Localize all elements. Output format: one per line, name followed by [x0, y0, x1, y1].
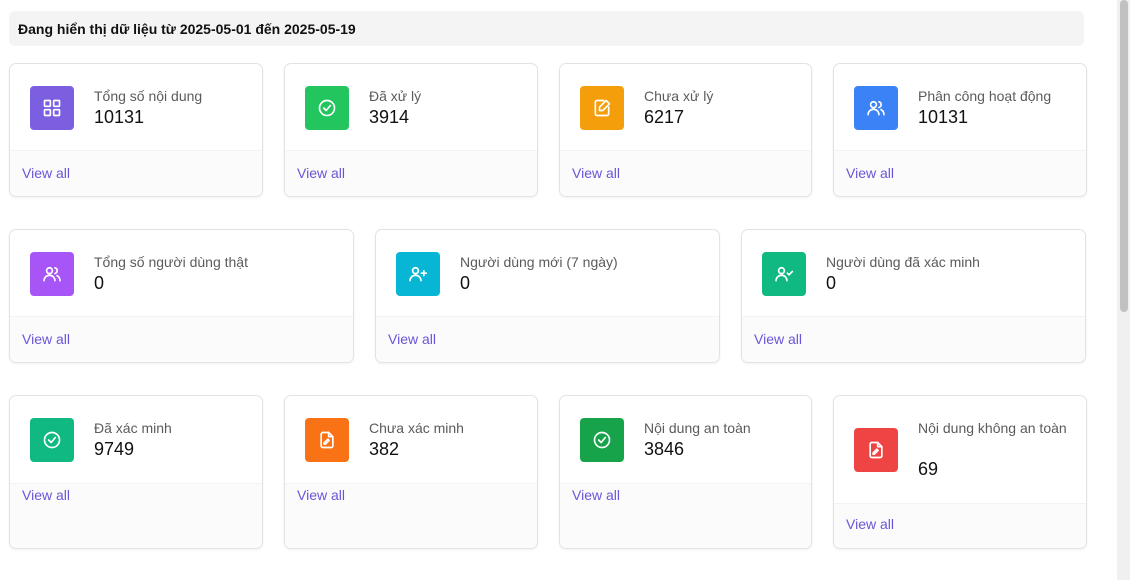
grid-icon: [30, 86, 74, 130]
users-icon: [854, 86, 898, 130]
stat-card-unprocessed: Chưa xử lý 6217 View all: [559, 63, 812, 197]
stat-card-total-content: Tổng số nội dung 10131 View all: [9, 63, 263, 197]
stat-card-real-users: Tổng số người dùng thật 0 View all: [9, 229, 354, 363]
stat-value: 3846: [644, 439, 685, 459]
stat-label: Đã xử lý: [369, 88, 422, 104]
stat-label: Đã xác minh: [94, 420, 172, 436]
stats-row-verification: Đã xác minh 9749 View all Chưa xác minh …: [9, 395, 1087, 549]
stat-label: Chưa xử lý: [644, 88, 714, 104]
stat-card-unverified: Chưa xác minh 382 View all: [284, 395, 538, 549]
stat-label: Phân công hoạt động: [918, 88, 1052, 104]
stat-value: 6217: [644, 107, 685, 127]
stat-label: Người dùng đã xác minh: [826, 254, 980, 270]
stat-label: Chưa xác minh: [369, 420, 464, 436]
stat-card-verified: Đã xác minh 9749 View all: [9, 395, 263, 549]
check-circle-icon: [305, 86, 349, 130]
stat-value: 382: [369, 439, 400, 459]
users-icon: [30, 252, 74, 296]
view-all-link[interactable]: View all: [22, 165, 70, 181]
stat-value: 0: [94, 273, 105, 293]
view-all-link[interactable]: View all: [297, 165, 345, 181]
stat-card-verified-users: Người dùng đã xác minh 0 View all: [741, 229, 1086, 363]
user-check-icon: [762, 252, 806, 296]
stat-label: Tổng số nội dung: [94, 88, 203, 104]
stats-row-users: Tổng số người dùng thật 0 View all Người…: [9, 229, 1086, 363]
stat-value: 0: [460, 273, 471, 293]
stat-card-unsafe-content: Nội dung không an toàn 69 View all: [833, 395, 1087, 549]
stat-value: 9749: [94, 439, 135, 459]
vertical-scrollbar[interactable]: [1117, 0, 1130, 580]
stat-label: Người dùng mới (7 ngày): [460, 254, 618, 270]
date-range-text: Đang hiển thị dữ liệu từ 2025-05-01 đến …: [18, 20, 356, 37]
view-all-link[interactable]: View all: [22, 487, 70, 503]
scrollbar-thumb[interactable]: [1120, 0, 1128, 312]
stat-value: 10131: [94, 107, 145, 127]
view-all-link[interactable]: View all: [572, 487, 620, 503]
view-all-link[interactable]: View all: [22, 331, 70, 347]
file-edit-icon: [305, 418, 349, 462]
stat-card-safe-content: Nội dung an toàn 3846 View all: [559, 395, 812, 549]
view-all-link[interactable]: View all: [846, 516, 894, 532]
stat-value: 0: [826, 273, 837, 293]
stat-label: Tổng số người dùng thật: [94, 254, 248, 270]
check-circle-icon: [30, 418, 74, 462]
stat-value: 10131: [918, 107, 969, 127]
stat-card-new-users: Người dùng mới (7 ngày) 0 View all: [375, 229, 720, 363]
stat-value: 69: [918, 459, 939, 479]
user-plus-icon: [396, 252, 440, 296]
stat-value: 3914: [369, 107, 410, 127]
stat-label: Nội dung an toàn: [644, 420, 751, 436]
view-all-link[interactable]: View all: [572, 165, 620, 181]
view-all-link[interactable]: View all: [846, 165, 894, 181]
view-all-link[interactable]: View all: [388, 331, 436, 347]
check-circle-icon: [580, 418, 624, 462]
stat-label: Nội dung không an toàn: [918, 420, 1067, 436]
stats-row-content: Tổng số nội dung 10131 View all Đã xử lý…: [9, 63, 1087, 197]
view-all-link[interactable]: View all: [754, 331, 802, 347]
date-range-banner: Đang hiển thị dữ liệu từ 2025-05-01 đến …: [9, 11, 1084, 46]
edit-icon: [580, 86, 624, 130]
file-edit-icon: [854, 428, 898, 472]
view-all-link[interactable]: View all: [297, 487, 345, 503]
stat-card-processed: Đã xử lý 3914 View all: [284, 63, 538, 197]
stat-card-assignments: Phân công hoạt động 10131 View all: [833, 63, 1087, 197]
